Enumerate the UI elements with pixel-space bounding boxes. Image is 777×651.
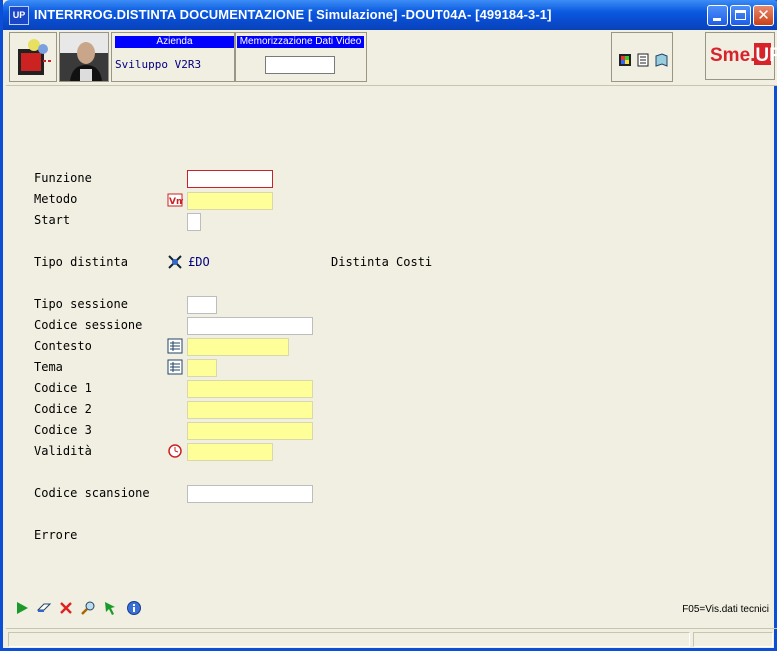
codice-scansione-label: Codice scansione [34,486,150,500]
tema-label: Tema [34,360,63,374]
codice-sessione-input[interactable] [187,317,313,335]
start-input[interactable] [187,213,201,231]
azienda-label: Azienda [115,36,234,48]
minimize-button[interactable] [707,5,728,26]
object-link-icon[interactable] [167,254,183,270]
info-icon[interactable] [126,600,142,616]
list-icon[interactable] [167,359,183,375]
user-photo[interactable] [59,32,109,82]
codice3-label: Codice 3 [34,423,92,437]
codice-sessione-label: Codice sessione [34,318,143,332]
close-icon: ✕ [757,6,770,24]
bottom-toolbar: F05=Vis.dati tecnici [6,596,777,622]
status-segment-right [693,632,773,647]
vm-method-icon[interactable]: Vm [167,192,183,208]
window-title: INTERRROG.DISTINTA DOCUMENTAZIONE [ Simu… [34,7,552,22]
codice2-input[interactable] [187,401,313,419]
maximize-button[interactable] [730,5,751,26]
color-palette-icon[interactable] [618,53,632,67]
maximize-icon [735,10,746,20]
clock-icon[interactable] [167,443,183,459]
funzione-label: Funzione [34,171,92,185]
codice1-label: Codice 1 [34,381,92,395]
refresh-icon[interactable] [102,600,118,616]
svg-text:Vm: Vm [169,197,183,207]
start-label: Start [34,213,71,227]
notes-icon[interactable] [636,53,650,67]
smeup-logo: Sme.UP [705,32,777,80]
memorizzazione-panel: Memorizzazione Dati Video [235,32,367,82]
funzione-input[interactable] [187,170,273,188]
minimize-icon [713,18,721,21]
errore-label: Errore [34,528,78,542]
logo-text-sme: Sme. [710,45,756,66]
eraser-icon[interactable] [36,600,52,616]
codice1-input[interactable] [187,380,313,398]
user-photo-icon [60,33,108,81]
header-toolbar: Azienda Sviluppo V2R3 Memorizzazione Dat… [6,30,777,86]
tema-input[interactable] [187,359,217,377]
book-icon[interactable] [654,53,668,67]
codice2-label: Codice 2 [34,402,92,416]
azienda-value: Sviluppo V2R3 [115,58,202,71]
tipo-distinta-desc: Distinta Costi [331,255,433,269]
tipo-distinta-code: £DO [188,255,210,269]
validita-input[interactable] [187,443,273,461]
application-window: UP INTERRROG.DISTINTA DOCUMENTAZIONE [ S… [0,0,777,651]
contesto-label: Contesto [34,339,92,353]
memorizzazione-input[interactable] [265,56,335,74]
app-icon[interactable]: UP [9,6,29,25]
contesto-input[interactable] [187,338,289,356]
fkey-hint[interactable]: F05=Vis.dati tecnici [682,604,769,615]
close-button[interactable]: ✕ [753,5,774,26]
status-segment-main [8,632,690,647]
tipo-distinta-label: Tipo distinta [34,255,128,269]
tipo-sessione-input[interactable] [187,296,217,314]
codice-scansione-input[interactable] [187,485,313,503]
azienda-panel: Azienda Sviluppo V2R3 [111,32,235,82]
search-icon[interactable] [80,600,96,616]
status-bar [6,628,777,649]
metodo-input[interactable] [187,192,273,210]
logo-text-up: UP [755,45,777,66]
printer-icon [18,39,52,75]
cancel-icon[interactable] [58,600,74,616]
list-icon[interactable] [167,338,183,354]
validita-label: Validità [34,444,92,458]
metodo-label: Metodo [34,192,78,206]
memorizzazione-label: Memorizzazione Dati Video [237,36,364,48]
title-bar[interactable]: UP INTERRROG.DISTINTA DOCUMENTAZIONE [ S… [3,0,777,30]
printer-button[interactable] [9,32,57,82]
tools-panel [611,32,673,82]
run-icon[interactable] [14,600,30,616]
tipo-sessione-label: Tipo sessione [34,297,128,311]
codice3-input[interactable] [187,422,313,440]
